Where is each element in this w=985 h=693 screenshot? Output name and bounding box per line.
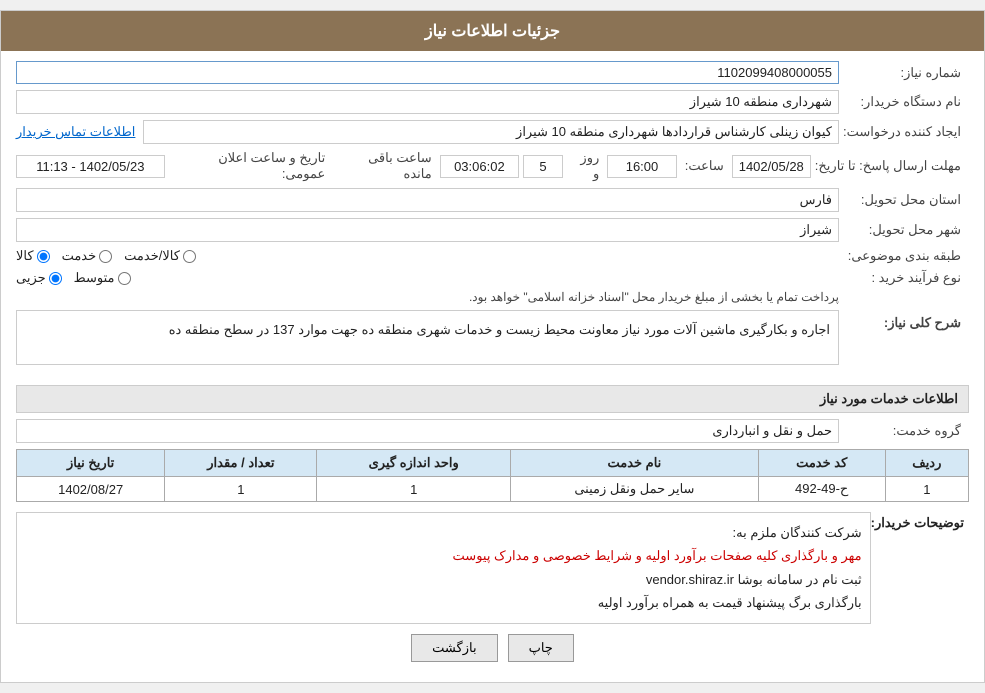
service-group-value: حمل و نقل و انبارداری: [16, 419, 839, 443]
description-value: اجاره و بکارگیری ماشین آلات مورد نیاز مع…: [16, 310, 839, 365]
purchase-type-jozyi-label: جزیی: [16, 270, 46, 286]
table-header-row: ردیف: [885, 450, 968, 477]
buyer-org-label: نام دستگاه خریدار:: [839, 94, 969, 110]
response-deadline-label: مهلت ارسال پاسخ: تا تاریخ:: [815, 158, 969, 174]
city-value: شیراز: [16, 218, 839, 242]
creator-value: کیوان زینلی کارشناس قراردادها شهرداری من…: [143, 120, 839, 144]
table-header-service-name: نام خدمت: [511, 450, 759, 477]
table-cell: سایر حمل ونقل زمینی: [511, 477, 759, 502]
purchase-type-note: پرداخت تمام یا بخشی از مبلغ خریدار محل "…: [16, 290, 839, 304]
buyer-notes-line-1: شرکت کنندگان ملزم به:: [25, 521, 862, 544]
announce-date-label: تاریخ و ساعت اعلان عمومی:: [169, 150, 330, 182]
table-cell: 1: [165, 477, 317, 502]
print-button[interactable]: چاپ: [508, 634, 574, 662]
purchase-type-option-motawaset[interactable]: متوسط: [74, 270, 131, 286]
category-option-kala-label: کالا: [16, 248, 34, 264]
category-option-khadamat-label: خدمت: [62, 248, 97, 264]
category-option-khadamat[interactable]: خدمت: [62, 248, 113, 264]
table-header-service-code: کد خدمت: [758, 450, 885, 477]
city-label: شهر محل تحویل:: [839, 222, 969, 238]
category-radio-khadamat[interactable]: [99, 250, 112, 263]
page-title: جزئیات اطلاعات نیاز: [1, 11, 984, 51]
date-value: 1402/05/28: [732, 155, 811, 178]
category-option-kala-khadamat[interactable]: کالا/خدمت: [124, 248, 196, 264]
table-cell: ح-49-492: [758, 477, 885, 502]
table-header-unit: واحد اندازه گیری: [317, 450, 511, 477]
buttons-row: چاپ بازگشت: [16, 634, 969, 662]
category-radio-group: کالا/خدمت خدمت کالا: [16, 248, 839, 264]
category-option-kala[interactable]: کالا: [16, 248, 50, 264]
remaining-label: ساعت باقی مانده: [333, 150, 435, 182]
time-value: 16:00: [607, 155, 676, 178]
need-number-value: 1102099408000055: [16, 61, 839, 84]
purchase-type-motawaset-label: متوسط: [74, 270, 115, 286]
purchase-type-radio-motawaset[interactable]: [118, 272, 131, 285]
table-header-quantity: تعداد / مقدار: [165, 450, 317, 477]
table-cell: 1: [317, 477, 511, 502]
table-header-need-date: تاریخ نیاز: [17, 450, 165, 477]
purchase-type-option-jozyi[interactable]: جزیی: [16, 270, 62, 286]
purchase-type-label: نوع فرآیند خرید :: [839, 270, 969, 286]
services-section-title: اطلاعات خدمات مورد نیاز: [16, 385, 969, 413]
table-cell: 1: [885, 477, 968, 502]
buyer-notes-line-3: ثبت نام در سامانه بوشا vendor.shiraz.ir: [25, 568, 862, 591]
buyer-org-value: شهرداری منطقه 10 شیراز: [16, 90, 839, 114]
services-table: ردیف کد خدمت نام خدمت واحد اندازه گیری ت…: [16, 449, 969, 502]
need-number-label: شماره نیاز:: [839, 65, 969, 81]
back-button[interactable]: بازگشت: [411, 634, 497, 662]
buyer-notes-line-4: بارگذاری برگ پیشنهاد قیمت به همراه برآور…: [25, 591, 862, 614]
remaining-value: 03:06:02: [440, 155, 519, 178]
category-radio-kala[interactable]: [37, 250, 50, 263]
purchase-type-radio-jozyi[interactable]: [49, 272, 62, 285]
table-row: 1ح-49-492سایر حمل ونقل زمینی111402/08/27: [17, 477, 969, 502]
buyer-notes-section: توضیحات خریدار: شرکت کنندگان ملزم به: مه…: [16, 512, 969, 624]
service-group-label: گروه خدمت:: [839, 423, 969, 439]
creator-label: ایجاد کننده درخواست:: [839, 124, 969, 140]
day-value: 5: [523, 155, 563, 178]
category-option-kala-khadamat-label: کالا/خدمت: [124, 248, 180, 264]
table-cell: 1402/08/27: [17, 477, 165, 502]
category-label: طبقه بندی موضوعی:: [839, 248, 969, 264]
buyer-notes-label: توضیحات خریدار:: [871, 512, 969, 624]
province-value: فارس: [16, 188, 839, 212]
province-label: استان محل تحویل:: [839, 192, 969, 208]
category-radio-kala-khadamat[interactable]: [183, 250, 196, 263]
description-section-label: شرح کلی نیاز:: [839, 310, 969, 331]
time-label: ساعت:: [681, 158, 728, 174]
creator-contact-link[interactable]: اطلاعات تماس خریدار: [16, 124, 135, 140]
buyer-notes-line-2: مهر و بارگذاری کلیه صفحات برآورد اولیه و…: [25, 544, 862, 567]
buyer-notes-content: شرکت کنندگان ملزم به: مهر و بارگذاری کلی…: [16, 512, 871, 624]
day-label: روز و: [567, 150, 603, 182]
announce-date-value: 1402/05/23 - 11:13: [16, 155, 165, 178]
